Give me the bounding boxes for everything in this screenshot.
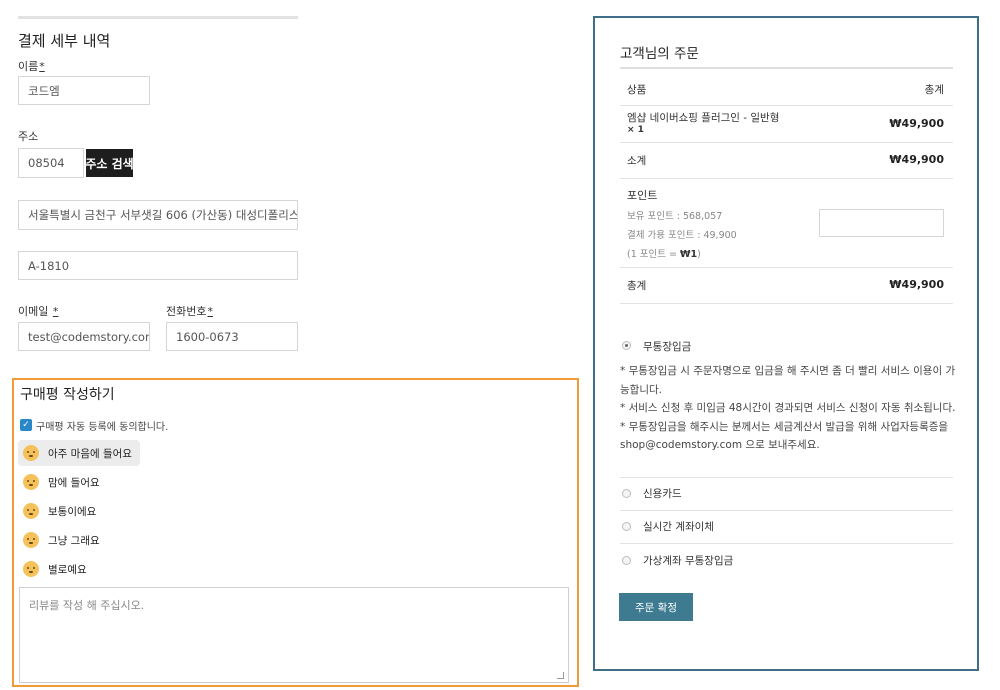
payment-radio-virtual-account[interactable]	[622, 556, 631, 565]
rating-label: 그냥 그래요	[48, 534, 100, 547]
check-icon: ✓	[22, 419, 30, 430]
divider	[620, 105, 953, 106]
required-mark: *	[207, 305, 213, 318]
total-value: ₩49,900	[889, 278, 944, 291]
order-title: 고객님의 주문	[620, 46, 699, 62]
payment-radio-bank[interactable]	[622, 341, 631, 350]
rating-label: 별로예요	[48, 563, 87, 576]
rating-option-very-good[interactable]: 아주 마음에 들어요	[18, 440, 140, 466]
points-rate: (1 포인트 = ₩1)	[627, 249, 701, 260]
bank-desc-line: * 무통장입금 시 주문자명으로 입금을 해 주시면 좀 더 빨리 서비스 이용…	[620, 365, 956, 396]
product-name: 엠샵 네이버쇼핑 플러그인 - 일반형	[627, 112, 780, 124]
points-input[interactable]	[819, 209, 944, 237]
rating-option-good[interactable]: 맘에 들어요	[18, 469, 140, 495]
payment-label-card: 신용카드	[643, 488, 682, 500]
divider	[620, 477, 953, 478]
col-total-header: 총계	[924, 84, 944, 96]
sad-face-icon	[23, 561, 39, 577]
name-label: 이름*	[18, 60, 45, 73]
divider	[620, 67, 953, 69]
phone-label: 전화번호*	[166, 305, 213, 318]
points-label: 포인트	[627, 189, 658, 202]
neutral-face-icon	[23, 503, 39, 519]
very-happy-face-icon	[23, 445, 39, 461]
payment-radio-card[interactable]	[622, 489, 631, 498]
billing-title: 결제 세부 내역	[18, 32, 111, 50]
review-placeholder: 리뷰를 작성 해 주십시오.	[29, 599, 145, 612]
review-title: 구매평 작성하기	[20, 387, 115, 403]
auto-register-label: 구매평 자동 등록에 동의합니다.	[36, 422, 169, 433]
divider	[620, 178, 953, 179]
email-field[interactable]: test@codemstory.com	[18, 322, 150, 351]
bank-desc-line: * 무통장입금을 해주시는 분께서는 세금계산서 발급을 위해 사업자등록증을 …	[620, 420, 949, 452]
payment-label-bank: 무통장입금	[643, 341, 692, 353]
address-line1-field[interactable]: 서울특별시 금천구 서부샛길 606 (가산동) 대성디폴리스 A	[18, 200, 298, 230]
rating-option-bad[interactable]: 별로예요	[18, 556, 140, 582]
rating-label: 아주 마음에 들어요	[48, 447, 132, 460]
subtotal-value: ₩49,900	[889, 153, 944, 166]
email-label: 이메일 *	[18, 305, 59, 318]
payment-label-virtual-account: 가상계좌 무통장입금	[643, 555, 734, 567]
auto-register-checkbox[interactable]: ✓	[20, 419, 32, 431]
required-mark: *	[52, 305, 59, 318]
bank-desc-line: * 서비스 신청 후 미입금 48시간이 경과되면 서비스 신청이 자동 취소됩…	[620, 402, 956, 414]
name-field[interactable]: 코드엠	[18, 76, 150, 105]
points-owned: 보유 포인트 : 568,057	[627, 211, 723, 222]
review-textarea[interactable]: 리뷰를 작성 해 주십시오.	[19, 587, 569, 683]
subtotal-label: 소계	[627, 155, 647, 167]
product-price: ₩49,900	[889, 117, 944, 130]
divider	[620, 267, 953, 268]
phone-field[interactable]: 1600-0673	[166, 322, 298, 351]
required-mark: *	[39, 60, 45, 73]
payment-label-realtime-transfer: 실시간 계좌이체	[643, 521, 714, 533]
address-search-button[interactable]: 주소 검색	[86, 149, 133, 177]
divider	[620, 510, 953, 511]
product-qty: × 1	[627, 125, 644, 135]
address-label: 주소	[18, 130, 39, 143]
postcode-field[interactable]: 08504	[18, 148, 84, 178]
payment-radio-realtime-transfer[interactable]	[622, 522, 631, 531]
points-rate-value: ₩1	[680, 249, 698, 260]
divider	[620, 303, 953, 304]
bank-transfer-description: * 무통장입금 시 주문자명으로 입금을 해 주시면 좀 더 빨리 서비스 이용…	[620, 362, 956, 455]
happy-face-icon	[23, 474, 39, 490]
confirm-order-button[interactable]: 주문 확정	[619, 593, 693, 621]
top-divider	[18, 16, 298, 19]
points-usable: 결제 가용 포인트 : 49,900	[627, 230, 737, 241]
col-product-header: 상품	[627, 84, 647, 96]
meh-face-icon	[23, 532, 39, 548]
rating-option-so-so[interactable]: 그냥 그래요	[18, 527, 140, 553]
total-label: 총계	[627, 280, 647, 292]
rating-label: 보통이에요	[48, 505, 97, 518]
resize-handle-icon[interactable]	[557, 672, 564, 679]
rating-option-average[interactable]: 보통이에요	[18, 498, 140, 524]
rating-label: 맘에 들어요	[48, 476, 100, 489]
divider	[620, 142, 953, 143]
divider	[620, 543, 953, 544]
address-line2-field[interactable]: A-1810	[18, 251, 298, 280]
